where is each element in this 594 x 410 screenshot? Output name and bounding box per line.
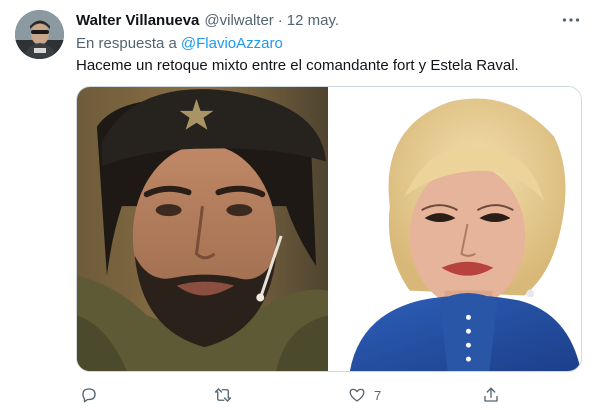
share-button[interactable]	[482, 384, 500, 406]
reply-icon	[82, 388, 96, 403]
photo-left[interactable]	[77, 87, 328, 371]
man-photo	[77, 87, 328, 371]
like-count: 7	[374, 387, 382, 403]
woman-photo	[329, 87, 581, 371]
retweet-icon	[214, 388, 232, 402]
photo-right[interactable]	[329, 87, 581, 371]
separator-dot: ·	[277, 11, 283, 29]
reply-context: En respuesta a @FlavioAzzaro	[76, 35, 283, 52]
author-handle[interactable]: @vilwalter	[204, 12, 273, 29]
author-avatar[interactable]	[15, 10, 64, 59]
reply-mention-link[interactable]: @FlavioAzzaro	[181, 35, 283, 52]
retweet-button[interactable]	[214, 384, 240, 406]
avatar-image	[15, 10, 64, 59]
like-button[interactable]: 7	[348, 384, 381, 406]
tweet-media[interactable]	[76, 86, 582, 372]
tweet-date[interactable]: 12 may.	[287, 12, 339, 29]
reply-prefix: En respuesta a	[76, 35, 177, 52]
tweet-text: Haceme un retoque mixto entre el comanda…	[76, 57, 519, 74]
author-name[interactable]: Walter Villanueva	[76, 12, 199, 29]
more-options-button[interactable]	[560, 10, 582, 30]
tweet-header: Walter Villanueva @vilwalter · 12 may.	[76, 10, 339, 30]
more-dots-icon	[562, 18, 580, 22]
heart-icon	[349, 388, 365, 402]
tweet-actions: 7	[76, 384, 582, 406]
reply-button[interactable]	[80, 384, 106, 406]
share-icon	[484, 387, 498, 402]
tweet[interactable]: Walter Villanueva @vilwalter · 12 may. E…	[0, 0, 594, 410]
